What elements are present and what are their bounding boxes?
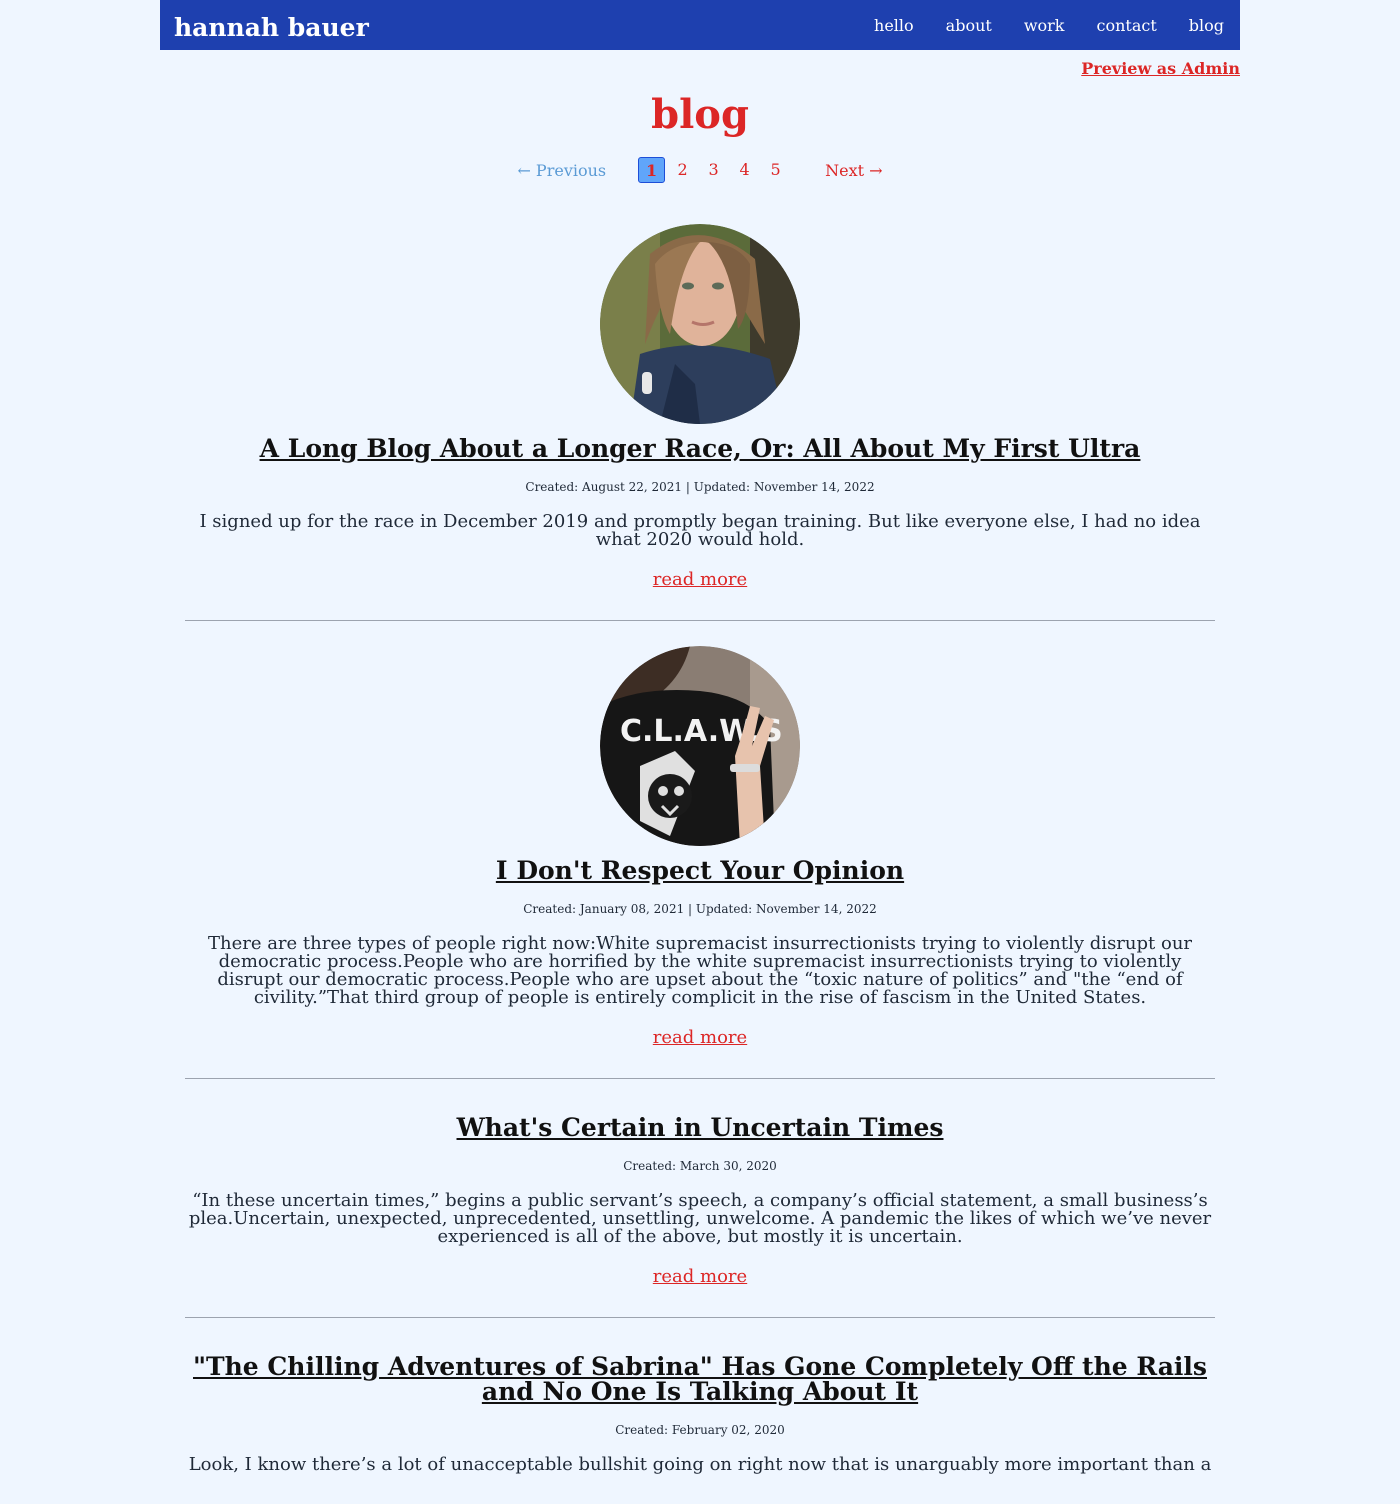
site-brand-link[interactable]: hannah bauer (174, 9, 369, 42)
main-nav: hello about work contact blog (874, 16, 1224, 35)
blog-post: "The Chilling Adventures of Sabrina" Has… (185, 1318, 1215, 1504)
selfie-photo-illustration (600, 224, 800, 424)
post-dates: Created: January 08, 2021 | Updated: Nov… (523, 902, 877, 916)
pagination-page-2[interactable]: 2 (669, 157, 696, 183)
pagination-page-3[interactable]: 3 (700, 157, 727, 183)
page-title: blog (651, 91, 749, 138)
nav-item-blog[interactable]: blog (1189, 16, 1224, 35)
post-image-claws-shirt[interactable]: C.L.A.W.S (600, 646, 800, 846)
nav-item-contact[interactable]: contact (1097, 16, 1157, 35)
pagination-page-5[interactable]: 5 (762, 157, 789, 183)
post-excerpt: There are three types of people right no… (207, 933, 1193, 1008)
read-more-link[interactable]: read more (653, 569, 747, 590)
post-title: I Don't Respect Your Opinion (185, 858, 1215, 883)
preview-as-admin-link[interactable]: Preview as Admin (1081, 59, 1240, 78)
nav-item-hello[interactable]: hello (874, 16, 914, 35)
pagination-page-1[interactable]: 1 (638, 157, 666, 183)
pagination-next-link[interactable]: Next → (825, 161, 882, 180)
post-excerpt: “In these uncertain times,” begins a pub… (188, 1190, 1212, 1247)
page-container: hannah bauer hello about work contact bl… (160, 0, 1240, 1504)
post-image-selfie[interactable] (600, 224, 800, 424)
site-header: hannah bauer hello about work contact bl… (160, 0, 1240, 50)
pagination-page-4[interactable]: 4 (731, 157, 758, 183)
post-title: What's Certain in Uncertain Times (185, 1115, 1215, 1140)
post-dates: Created: February 02, 2020 (615, 1423, 785, 1437)
blog-post: What's Certain in Uncertain Times Create… (185, 1079, 1215, 1318)
post-excerpt: Look, I know there’s a lot of unacceptab… (188, 1454, 1212, 1475)
pagination: ← Previous 1 2 3 4 5 Next → (160, 156, 1240, 184)
pagination-previous-link[interactable]: ← Previous (517, 161, 606, 180)
blog-post: A Long Blog About a Longer Race, Or: All… (185, 224, 1215, 621)
read-more-link[interactable]: read more (653, 1266, 747, 1287)
nav-item-about[interactable]: about (946, 16, 992, 35)
post-title-link[interactable]: A Long Blog About a Longer Race, Or: All… (260, 434, 1141, 463)
post-list: A Long Blog About a Longer Race, Or: All… (185, 224, 1215, 1504)
post-title-link[interactable]: I Don't Respect Your Opinion (496, 856, 904, 885)
nav-item-work[interactable]: work (1024, 16, 1065, 35)
post-title-link[interactable]: What's Certain in Uncertain Times (457, 1113, 944, 1142)
post-excerpt: I signed up for the race in December 201… (199, 511, 1201, 550)
post-title: A Long Blog About a Longer Race, Or: All… (185, 436, 1215, 461)
admin-row: Preview as Admin (160, 50, 1240, 85)
blog-post: C.L.A.W.S I Don't Respect Your Opinion C… (185, 621, 1215, 1079)
post-title: "The Chilling Adventures of Sabrina" Has… (185, 1354, 1215, 1404)
post-dates: Created: March 30, 2020 (623, 1159, 777, 1173)
read-more-link[interactable]: read more (653, 1027, 747, 1048)
claws-shirt-photo-illustration: C.L.A.W.S (600, 646, 800, 846)
post-title-link[interactable]: "The Chilling Adventures of Sabrina" Has… (193, 1352, 1207, 1406)
post-dates: Created: August 22, 2021 | Updated: Nove… (525, 480, 875, 494)
